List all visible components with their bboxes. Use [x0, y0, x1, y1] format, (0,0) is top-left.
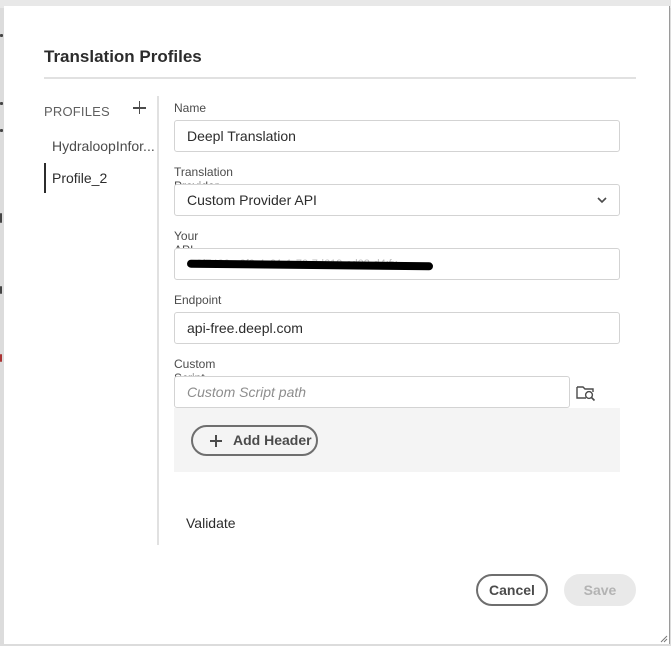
name-input[interactable]: Deepl Translation	[174, 120, 620, 152]
endpoint-label: Endpoint	[174, 293, 222, 307]
provider-select[interactable]: Custom Provider API	[174, 184, 620, 216]
profile-item-hydraloop[interactable]: HydraloopInfor...	[44, 131, 155, 161]
resize-grip-icon[interactable]	[660, 635, 668, 643]
background-artifact	[0, 129, 3, 132]
save-button[interactable]: Save	[564, 574, 636, 606]
title-divider	[44, 77, 636, 79]
profiles-header: PROFILES	[44, 104, 110, 119]
background-artifact	[0, 354, 2, 362]
background-artifact	[0, 102, 3, 105]
cancel-button[interactable]: Cancel	[476, 574, 548, 606]
profiles-sidebar: PROFILES HydraloopInfor... Profile_2	[44, 96, 159, 545]
validate-link[interactable]: Validate	[186, 515, 236, 531]
endpoint-input[interactable]: api-free.deepl.com	[174, 312, 620, 344]
background-artifact	[0, 34, 3, 37]
add-header-label: Add Header	[233, 432, 312, 448]
profile-item-profile-2[interactable]: Profile_2	[44, 163, 155, 193]
background-artifact	[0, 213, 2, 223]
add-header-button[interactable]: Add Header	[191, 425, 318, 456]
background-artifact	[0, 286, 2, 294]
headers-panel: Add Header	[174, 408, 620, 472]
dialog-title: Translation Profiles	[44, 47, 202, 66]
script-path-input[interactable]: Custom Script path	[174, 376, 570, 408]
provider-value: Custom Provider API	[187, 192, 317, 208]
name-label: Name	[174, 101, 207, 115]
folder-search-icon[interactable]	[576, 384, 596, 402]
api-key-input[interactable]: c-2f7430-a2f0-4c91-1-70-7d619-cd02-d4:fx	[174, 248, 620, 280]
add-profile-button[interactable]	[132, 98, 148, 118]
chevron-down-icon	[597, 197, 607, 204]
translation-profiles-dialog: Translation Profiles PROFILES HydraloopI…	[4, 6, 670, 644]
